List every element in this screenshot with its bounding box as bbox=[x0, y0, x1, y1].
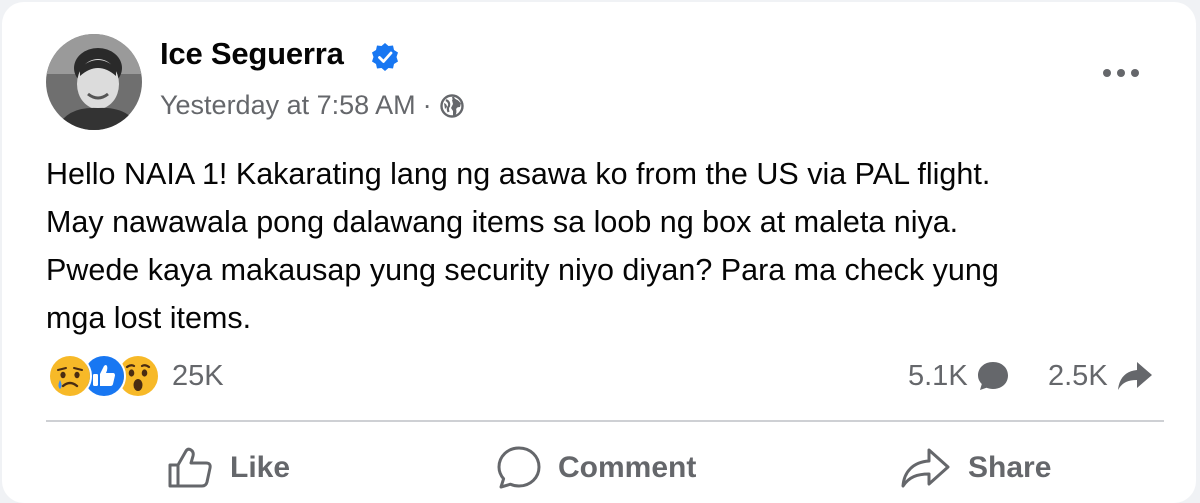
reaction-count: 25K bbox=[172, 359, 224, 392]
like-button[interactable]: Like bbox=[166, 442, 290, 494]
share-button[interactable]: Share bbox=[900, 442, 1051, 494]
share-icon bbox=[901, 448, 950, 488]
thumbs-up-icon bbox=[168, 447, 212, 488]
comments-count-label: 5.1K bbox=[908, 359, 968, 392]
author-name[interactable]: Ice Seguerra bbox=[160, 36, 344, 72]
verified-badge-icon bbox=[372, 43, 398, 71]
post-body: Hello NAIA 1! Kakarating lang ng asawa k… bbox=[46, 157, 999, 335]
author-avatar[interactable] bbox=[46, 34, 142, 130]
comment-bubble-icon bbox=[977, 362, 1008, 390]
reactions-summary[interactable]: 25K bbox=[48, 354, 224, 398]
post-timestamp[interactable]: Yesterday at 7:58 AM bbox=[160, 90, 416, 121]
comment-button[interactable]: Comment bbox=[496, 442, 696, 494]
more-dot bbox=[1117, 69, 1125, 77]
share-arrow-icon bbox=[1117, 362, 1152, 390]
more-options-button[interactable] bbox=[1098, 58, 1144, 88]
comments-count[interactable]: 5.1K bbox=[908, 354, 1010, 398]
actions-divider bbox=[46, 420, 1164, 422]
more-dot bbox=[1131, 69, 1139, 77]
shares-count-label: 2.5K bbox=[1048, 359, 1108, 392]
post-meta: Yesterday at 7:58 AM · bbox=[160, 90, 465, 121]
more-dot bbox=[1103, 69, 1111, 77]
globe-icon[interactable] bbox=[439, 93, 465, 119]
like-label: Like bbox=[230, 451, 291, 484]
post-card: Ice Seguerra Yesterday at 7:58 AM · Hell… bbox=[2, 2, 1196, 503]
shares-count[interactable]: 2.5K bbox=[1048, 354, 1154, 398]
share-label: Share bbox=[968, 451, 1052, 484]
comment-label: Comment bbox=[558, 451, 697, 484]
comment-icon bbox=[497, 446, 541, 489]
meta-separator: · bbox=[422, 90, 432, 120]
sad-reaction-icon bbox=[48, 354, 92, 398]
